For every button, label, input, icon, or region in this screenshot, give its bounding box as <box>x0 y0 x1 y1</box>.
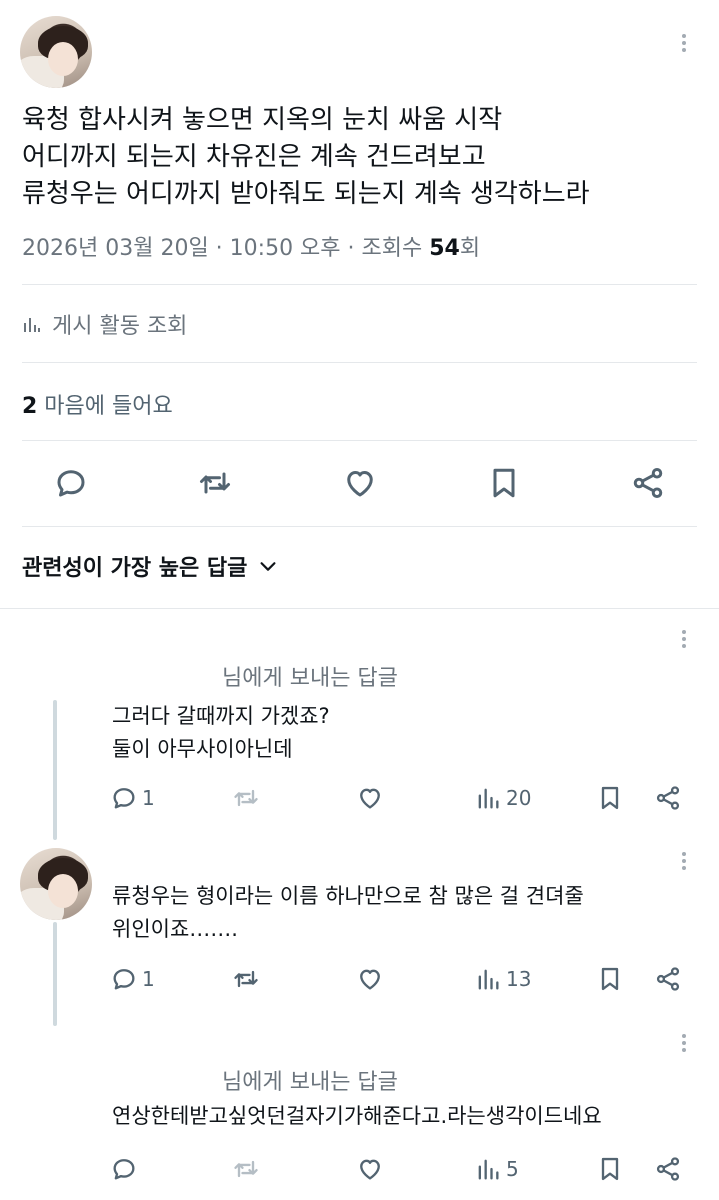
share-button[interactable] <box>627 462 669 504</box>
divider <box>22 284 697 285</box>
bookmark-icon <box>601 786 619 810</box>
analytics-icon <box>478 788 499 809</box>
likes-summary[interactable]: 2 마음에 들어요 <box>22 388 173 420</box>
reply-line: 연상한테받고싶엇던걸자기가해준다고.라는생각이드네요 <box>112 1104 602 1128</box>
reply-like-button[interactable] <box>356 780 384 816</box>
heart-icon <box>346 471 373 497</box>
share-icon <box>656 786 680 810</box>
tweet-line: 육청 합사시켜 놓으면 지옥의 눈치 싸움 시작 <box>22 105 503 135</box>
reply-icon <box>113 969 135 990</box>
replying-to-label: 님에게 보내는 답글 <box>222 666 398 691</box>
heart-icon <box>360 788 380 809</box>
divider <box>0 608 719 609</box>
replying-to-label: 님에게 보내는 답글 <box>222 1070 398 1095</box>
retweet-icon <box>234 970 258 988</box>
tweet-action-bar <box>50 462 669 504</box>
heart-icon <box>360 1159 380 1180</box>
divider <box>22 526 697 527</box>
reply-count: 1 <box>142 786 155 810</box>
analytics-icon <box>478 969 499 990</box>
retweet-button[interactable] <box>194 462 236 504</box>
view-count-suffix: 회 <box>459 236 481 261</box>
reply-view-count: 13 <box>506 967 532 991</box>
reply-like-button[interactable] <box>356 961 384 997</box>
view-count: 54 <box>429 236 460 261</box>
reply-text: 그러다 갈때까지 가겠죠? 둘이 아무사이아닌데 <box>112 700 330 766</box>
reply-retweet-button[interactable] <box>232 780 260 816</box>
chevron-down-icon <box>260 562 276 571</box>
reply-bookmark-button[interactable] <box>596 1151 624 1187</box>
reply-like-button[interactable] <box>356 1151 384 1187</box>
post-activity-link[interactable]: 게시 활동 조회 <box>22 308 187 340</box>
reply-more-options-icon[interactable] <box>681 852 687 870</box>
reply-more-options-icon[interactable] <box>681 630 687 648</box>
divider <box>22 440 697 441</box>
post-activity-label: 게시 활동 조회 <box>52 314 188 339</box>
tweet-line: 어디까지 되는지 차유진은 계속 건드려보고 <box>22 142 486 172</box>
bookmark-icon <box>601 1157 619 1181</box>
reply-reply-button[interactable] <box>110 1151 142 1187</box>
reply-icon <box>113 1159 135 1180</box>
bookmark-button[interactable] <box>483 462 525 504</box>
reply-share-button[interactable] <box>654 780 682 816</box>
reply-sort-label: 관련성이 가장 높은 답글 <box>22 556 248 581</box>
reply-bookmark-button[interactable] <box>596 961 624 997</box>
reply-line: 둘이 아무사이아닌데 <box>112 737 293 761</box>
reply-icon <box>113 788 135 809</box>
retweet-icon <box>200 472 231 494</box>
reply-action-bar: 1 20 <box>110 780 690 816</box>
tweet-date: 2026년 03월 20일 · 10:50 오후 · 조회수 <box>22 236 430 261</box>
thread-line <box>53 922 57 1026</box>
reply-retweet-button[interactable] <box>232 1151 260 1187</box>
analytics-icon <box>478 1159 499 1180</box>
likes-label: 마음에 들어요 <box>37 394 173 419</box>
reply-views-button[interactable]: 5 <box>474 1151 519 1187</box>
reply-views-button[interactable]: 20 <box>474 780 531 816</box>
tweet-metadata: 2026년 03월 20일 · 10:50 오후 · 조회수 54회 <box>22 230 480 262</box>
reply-text: 연상한테받고싶엇던걸자기가해준다고.라는생각이드네요 <box>112 1100 602 1133</box>
reply-retweet-button[interactable] <box>232 961 260 997</box>
reply-line: 그러다 갈때까지 가겠죠? <box>112 704 330 728</box>
reply-more-options-icon[interactable] <box>681 1034 687 1052</box>
reply-button[interactable] <box>50 462 92 504</box>
reply-view-count: 20 <box>506 786 532 810</box>
reply-icon <box>57 470 85 497</box>
share-icon <box>656 967 680 991</box>
reply-views-button[interactable]: 13 <box>474 961 531 997</box>
more-options-icon[interactable] <box>681 34 687 52</box>
retweet-icon <box>234 1160 258 1178</box>
bookmark-icon <box>601 967 619 991</box>
heart-icon <box>360 969 380 990</box>
reply-action-bar: 1 13 <box>110 961 690 997</box>
retweet-icon <box>234 789 258 807</box>
reply-sort-dropdown[interactable]: 관련성이 가장 높은 답글 <box>22 550 279 582</box>
reply-reply-button[interactable]: 1 <box>110 780 155 816</box>
reply-view-count: 5 <box>506 1157 519 1181</box>
reply-action-bar: 5 <box>110 1151 690 1187</box>
thread-line <box>53 700 57 840</box>
bookmark-icon <box>493 468 515 498</box>
reply-bookmark-button[interactable] <box>596 780 624 816</box>
share-icon <box>656 1157 680 1181</box>
reply-count: 1 <box>142 967 155 991</box>
reply-share-button[interactable] <box>654 961 682 997</box>
divider <box>22 362 697 363</box>
reply-reply-button[interactable]: 1 <box>110 961 155 997</box>
share-icon <box>633 468 663 498</box>
author-avatar[interactable] <box>20 16 92 88</box>
reply-share-button[interactable] <box>654 1151 682 1187</box>
reply-line: 류청우는 형이라는 이름 하나만으로 참 많은 걸 견뎌줄 <box>112 884 584 908</box>
reply-text: 류청우는 형이라는 이름 하나만으로 참 많은 걸 견뎌줄 위인이죠……. <box>112 880 584 946</box>
analytics-icon <box>24 318 40 332</box>
likes-count: 2 <box>22 394 38 419</box>
tweet-text: 육청 합사시켜 놓으면 지옥의 눈치 싸움 시작 어디까지 되는지 차유진은 계… <box>22 102 590 213</box>
like-button[interactable] <box>339 462 381 504</box>
reply-line: 위인이죠……. <box>112 917 238 941</box>
tweet-line: 류청우는 어디까지 받아줘도 되는지 계속 생각하느라 <box>22 179 590 209</box>
reply-author-avatar[interactable] <box>20 848 92 920</box>
